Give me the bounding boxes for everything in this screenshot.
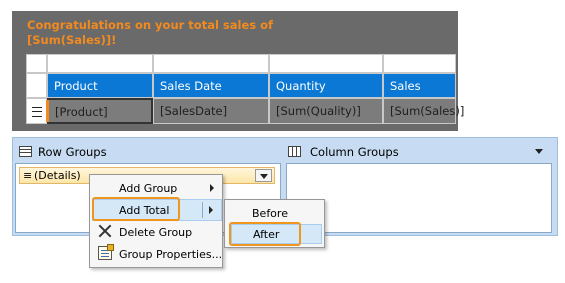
header-cell-product[interactable]: Product: [47, 73, 153, 98]
column-groups-list[interactable]: [286, 163, 552, 233]
tablix-corner-handle[interactable]: [26, 54, 47, 73]
menu-item-group-properties[interactable]: Group Properties...: [92, 243, 222, 265]
details-group-dropdown-button[interactable]: [255, 169, 272, 182]
column-handle-product[interactable]: [47, 54, 153, 73]
data-cell-quantity[interactable]: [Sum(Quality)]: [269, 98, 383, 124]
details-lines-icon: ≡: [23, 169, 33, 182]
menu-split-divider: [202, 202, 203, 218]
tablix: Product Sales Date Quantity Sales [Produ…: [26, 54, 464, 124]
submenu-arrow-icon: [210, 184, 214, 192]
add-total-submenu: Before After: [224, 199, 325, 248]
menu-item-label: Add Total: [119, 204, 170, 217]
row-groups-title: Row Groups: [38, 145, 107, 159]
header-cell-text: Sales Date: [160, 79, 222, 93]
details-row-handle[interactable]: [26, 98, 47, 124]
data-cell-sales[interactable]: [Sum(Sales)]: [383, 98, 464, 124]
data-cell-text: [Product]: [55, 105, 108, 119]
report-design-surface: Congratulations on your total sales of […: [12, 11, 464, 131]
submenu-item-after[interactable]: After: [231, 224, 322, 244]
column-groups-icon: [288, 146, 301, 157]
header-cell-quantity[interactable]: Quantity: [269, 73, 383, 98]
data-cell-sales-date[interactable]: [SalesDate]: [153, 98, 269, 124]
menu-item-label: Delete Group: [119, 226, 193, 239]
menu-item-delete-group[interactable]: Delete Group: [92, 221, 222, 243]
group-context-menu: Add Group Add Total Delete Group Group P…: [89, 174, 223, 268]
header-cell-text: Product: [54, 79, 98, 93]
column-handle-sales[interactable]: [383, 54, 456, 73]
data-cell-text: [SalesDate]: [160, 104, 228, 118]
submenu-arrow-icon: [209, 206, 213, 214]
column-groups-title: Column Groups: [310, 145, 399, 159]
delete-x-icon: [98, 224, 112, 238]
menu-item-label: Before: [252, 207, 288, 220]
menu-item-label: Group Properties...: [119, 248, 223, 261]
data-cell-text: [Sum(Sales)]: [390, 104, 465, 118]
details-group-label: (Details): [34, 169, 81, 182]
header-row-handle[interactable]: [26, 73, 47, 98]
header-cell-text: Quantity: [276, 79, 326, 93]
submenu-item-before[interactable]: Before: [231, 203, 322, 223]
data-cell-product[interactable]: [Product]: [47, 98, 153, 124]
header-cell-sales[interactable]: Sales: [383, 73, 456, 98]
details-group-icon: [32, 107, 42, 117]
column-handle-quantity[interactable]: [269, 54, 383, 73]
menu-item-label: After: [253, 228, 280, 241]
menu-item-add-group[interactable]: Add Group: [92, 177, 222, 199]
menu-item-label: Add Group: [119, 182, 178, 195]
row-groups-icon: [19, 146, 32, 157]
pane-options-dropdown-icon[interactable]: [535, 149, 543, 154]
data-cell-text: [Sum(Quality)]: [276, 104, 361, 118]
header-cell-sales-date[interactable]: Sales Date: [153, 73, 269, 98]
selected-group-indicator: [46, 100, 49, 122]
header-cell-text: Sales: [390, 79, 421, 93]
column-handle-sales-date[interactable]: [153, 54, 269, 73]
congratulations-textbox[interactable]: Congratulations on your total sales of […: [27, 18, 287, 48]
group-properties-icon: [98, 244, 114, 260]
menu-item-add-total[interactable]: Add Total: [92, 199, 222, 221]
